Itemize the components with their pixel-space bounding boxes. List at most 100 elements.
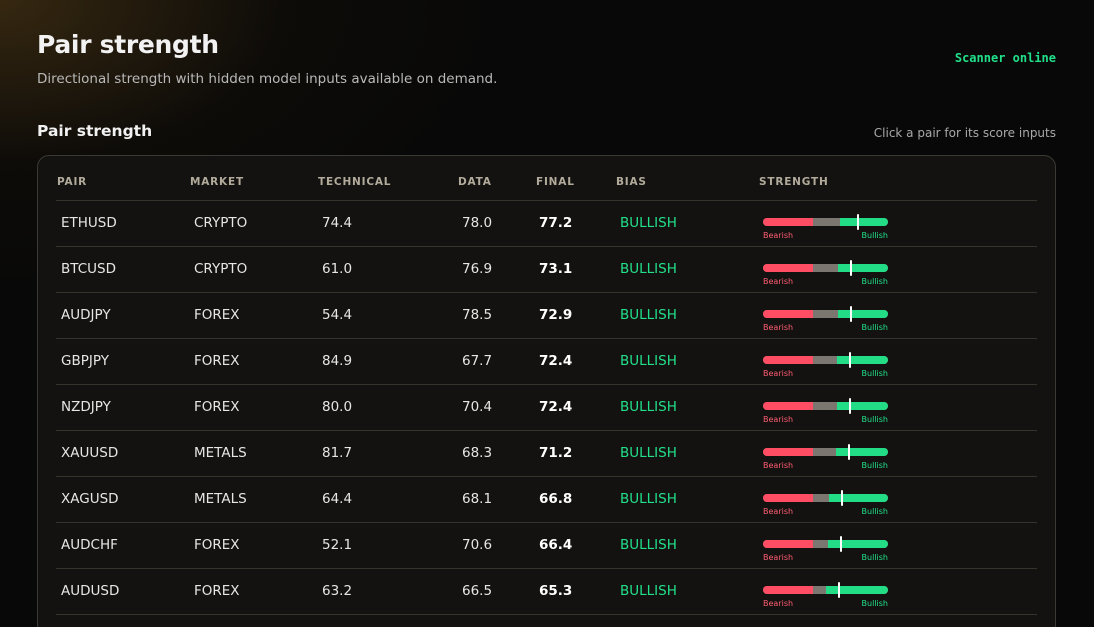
bullish-segment	[836, 448, 888, 456]
strength-meter: Bearish Bullish	[763, 214, 888, 242]
strength-bar	[763, 218, 888, 226]
column-header-market[interactable]: MARKET	[190, 176, 244, 188]
strength-meter: Bearish Bullish	[763, 490, 888, 518]
page-subtitle: Directional strength with hidden model i…	[37, 71, 498, 87]
strength-needle	[840, 536, 842, 552]
column-header-bias[interactable]: BIAS	[616, 176, 647, 188]
bullish-segment	[838, 310, 888, 318]
bullish-segment	[828, 540, 888, 548]
bearish-label: Bearish	[763, 277, 794, 286]
bearish-label: Bearish	[763, 553, 794, 562]
cell-pair: NZDJPY	[61, 399, 111, 415]
column-header-pair[interactable]: PAIR	[57, 176, 87, 188]
column-header-strength[interactable]: STRENGTH	[759, 176, 829, 188]
cell-market: CRYPTO	[194, 215, 248, 231]
strength-needle	[849, 398, 851, 414]
cell-bias: BULLISH	[620, 445, 677, 461]
strength-meter: Bearish Bullish	[763, 306, 888, 334]
strength-bar	[763, 540, 888, 548]
cell-final: 72.4	[539, 399, 573, 415]
table-row[interactable]: NZDJPY FOREX 80.0 70.4 72.4 BULLISH Bearish Bul…	[56, 385, 1037, 431]
strength-bar	[763, 448, 888, 456]
cell-final: 73.1	[539, 261, 573, 277]
bullish-label: Bullish	[861, 369, 888, 378]
bullish-label: Bullish	[861, 277, 888, 286]
cell-pair: ETHUSD	[61, 215, 117, 231]
bearish-label: Bearish	[763, 415, 794, 424]
bearish-segment	[763, 586, 813, 594]
cell-technical: 84.9	[322, 353, 353, 369]
table-header: PAIR MARKET TECHNICAL DATA FINAL BIAS ST…	[56, 156, 1037, 201]
table-row[interactable]: GBPJPY FOREX 84.9 67.7 72.4 BULLISH Bearish Bul…	[56, 339, 1037, 385]
bearish-label: Bearish	[763, 507, 794, 516]
cell-technical: 54.4	[322, 307, 353, 323]
bearish-segment	[763, 448, 813, 456]
bearish-segment	[763, 540, 813, 548]
cell-market: METALS	[194, 445, 247, 461]
bullish-label: Bullish	[861, 599, 888, 608]
table-row[interactable]: ETHUSD CRYPTO 74.4 78.0 77.2 BULLISH Bearish Bu…	[56, 201, 1037, 247]
cell-bias: BULLISH	[620, 491, 677, 507]
cell-technical: 74.4	[322, 215, 353, 231]
cell-market: FOREX	[194, 353, 240, 369]
cell-bias: BULLISH	[620, 399, 677, 415]
section-hint: Click a pair for its score inputs	[873, 126, 1056, 140]
cell-pair: AUDCHF	[61, 537, 118, 553]
cell-data: 67.7	[462, 353, 493, 369]
pair-strength-table: PAIR MARKET TECHNICAL DATA FINAL BIAS ST…	[37, 155, 1056, 627]
cell-data: 70.6	[462, 537, 493, 553]
cell-pair: GBPJPY	[61, 353, 109, 369]
bearish-label: Bearish	[763, 461, 794, 470]
cell-final: 65.3	[539, 583, 573, 599]
column-header-data[interactable]: DATA	[458, 176, 492, 188]
table-row[interactable]: XAGUSD METALS 64.4 68.1 66.8 BULLISH Bearish Bu…	[56, 477, 1037, 523]
cell-pair: AUDJPY	[61, 307, 111, 323]
bearish-segment	[763, 310, 813, 318]
strength-meter: Bearish Bullish	[763, 352, 888, 380]
page: Pair strength Directional strength with …	[0, 0, 1094, 627]
table-body: ETHUSD CRYPTO 74.4 78.0 77.2 BULLISH Bearish Bu…	[56, 201, 1037, 615]
cell-final: 77.2	[539, 215, 573, 231]
table-row[interactable]: AUDJPY FOREX 54.4 78.5 72.9 BULLISH Bearish Bul…	[56, 293, 1037, 339]
strength-meter: Bearish Bullish	[763, 260, 888, 288]
strength-meter: Bearish Bullish	[763, 398, 888, 426]
bullish-segment	[840, 218, 888, 226]
cell-bias: BULLISH	[620, 307, 677, 323]
bullish-segment	[829, 494, 888, 502]
bullish-label: Bullish	[861, 553, 888, 562]
cell-pair: AUDUSD	[61, 583, 120, 599]
table-row[interactable]: AUDCHF FOREX 52.1 70.6 66.4 BULLISH Bearish Bul…	[56, 523, 1037, 569]
cell-final: 66.8	[539, 491, 573, 507]
bearish-segment	[763, 356, 813, 364]
cell-data: 76.9	[462, 261, 493, 277]
bullish-segment	[837, 402, 888, 410]
bullish-segment	[838, 264, 888, 272]
strength-meter: Bearish Bullish	[763, 582, 888, 610]
cell-pair: XAUUSD	[61, 445, 119, 461]
cell-technical: 81.7	[322, 445, 353, 461]
column-header-final[interactable]: FINAL	[536, 176, 575, 188]
strength-needle	[841, 490, 843, 506]
bullish-label: Bullish	[861, 507, 888, 516]
cell-technical: 52.1	[322, 537, 353, 553]
strength-needle	[850, 306, 852, 322]
cell-data: 68.1	[462, 491, 493, 507]
cell-data: 70.4	[462, 399, 493, 415]
table-row[interactable]: XAUUSD METALS 81.7 68.3 71.2 BULLISH Bearish Bu…	[56, 431, 1037, 477]
strength-needle	[857, 214, 859, 230]
table-row[interactable]: BTCUSD CRYPTO 61.0 76.9 73.1 BULLISH Bearish Bu…	[56, 247, 1037, 293]
cell-final: 72.4	[539, 353, 573, 369]
strength-bar	[763, 494, 888, 502]
page-title: Pair strength	[37, 30, 219, 59]
bearish-label: Bearish	[763, 369, 794, 378]
cell-market: FOREX	[194, 307, 240, 323]
column-header-technical[interactable]: TECHNICAL	[318, 176, 391, 188]
cell-pair: XAGUSD	[61, 491, 119, 507]
strength-bar	[763, 402, 888, 410]
strength-needle	[849, 352, 851, 368]
table-row[interactable]: AUDUSD FOREX 63.2 66.5 65.3 BULLISH Bearish Bul…	[56, 569, 1037, 615]
cell-technical: 61.0	[322, 261, 353, 277]
cell-bias: BULLISH	[620, 353, 677, 369]
cell-market: FOREX	[194, 537, 240, 553]
bullish-segment	[837, 356, 888, 364]
